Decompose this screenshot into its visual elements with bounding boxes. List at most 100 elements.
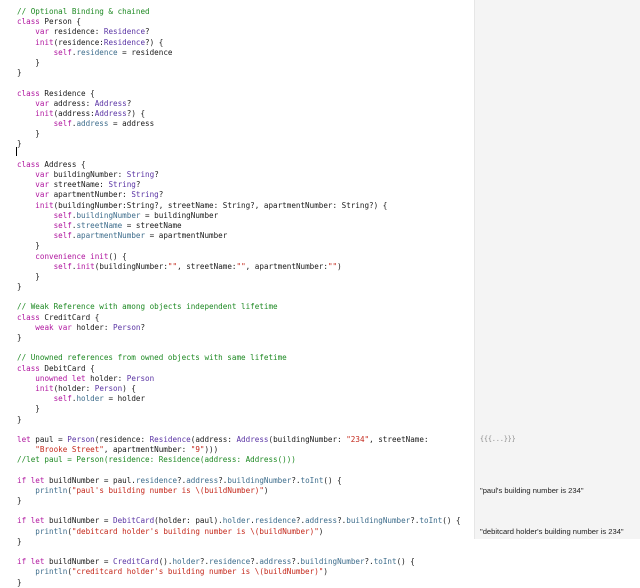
code-line[interactable]: } (17, 537, 461, 547)
code-token: var (35, 180, 50, 190)
code-line[interactable]: } (17, 58, 461, 68)
code-line[interactable]: class Residence { (17, 89, 461, 99)
code-line[interactable]: // Unowned references from owned objects… (17, 353, 461, 363)
code-line[interactable]: if let buildNumber = CreditCard().holder… (17, 557, 461, 567)
code-token: Person (94, 383, 123, 393)
code-line[interactable] (17, 547, 461, 557)
code-token: paul = (30, 434, 68, 444)
code-line[interactable]: //let paul = Person(residence: Residence… (17, 455, 461, 465)
code-editor[interactable]: // Optional Binding & chained class Perso… (0, 0, 475, 587)
code-token: toInt (373, 557, 397, 567)
code-line[interactable]: self.holder = holder (17, 394, 461, 404)
code-line[interactable]: println("debitcard holder's building num… (17, 527, 461, 537)
code-line[interactable]: let paul = Person(residence: Residence(a… (17, 435, 461, 445)
code-line[interactable]: init(address:Address?) { (17, 109, 461, 119)
code-token: (residence: (53, 37, 104, 47)
code-line[interactable]: self.address = address (17, 119, 461, 129)
code-line[interactable] (17, 292, 461, 302)
code-token: buildNumber = (44, 557, 114, 567)
code-line[interactable]: class Person { (17, 17, 461, 27)
code-line[interactable]: self.init(buildingNumber:"", streetName:… (17, 262, 461, 272)
code-token: streetName: (49, 180, 109, 190)
code-line[interactable]: } (17, 241, 461, 251)
code-line[interactable]: var buildingNumber: String? (17, 170, 461, 180)
code-token: if let (17, 475, 45, 485)
code-line[interactable]: init(holder: Person) { (17, 384, 461, 394)
code-token: String (108, 180, 136, 190)
code-line[interactable]: self.streetName = streetName (17, 221, 461, 231)
code-token: Address { (39, 159, 86, 169)
code-line[interactable]: var address: Address? (17, 99, 461, 109)
code-token: residence (76, 47, 118, 57)
code-line[interactable]: weak var holder: Person? (17, 323, 461, 333)
code-line[interactable]: } (17, 68, 461, 78)
code-line[interactable]: self.buildingNumber = buildingNumber (17, 211, 461, 221)
code-line[interactable]: } (17, 578, 461, 588)
code-line[interactable] (17, 343, 461, 353)
code-line[interactable]: } (17, 139, 461, 149)
code-line[interactable]: init(buildingNumber:String?, streetName:… (17, 201, 461, 211)
code-line[interactable]: println("creditcard holder's building nu… (17, 567, 461, 577)
code-token: } (17, 241, 40, 251)
code-token: ) { (122, 383, 136, 393)
code-token: streetName (76, 220, 123, 230)
code-line[interactable]: self.residence = residence (17, 48, 461, 58)
code-line[interactable] (17, 465, 461, 475)
code-token: } (17, 577, 22, 587)
playground-result[interactable]: {{{...}}} (480, 435, 516, 443)
playground-result[interactable]: "paul's building number is 234" (480, 486, 584, 495)
code-token: convenience init (35, 251, 109, 261)
code-token: ? (140, 322, 146, 332)
code-token: (holder: paul). (154, 516, 223, 526)
code-token: var (35, 27, 50, 37)
code-token: residence: (49, 27, 104, 37)
code-line[interactable] (17, 425, 461, 435)
code-line[interactable]: } (17, 496, 461, 506)
code-line[interactable]: } (17, 333, 461, 343)
code-line[interactable]: var apartmentNumber: String? (17, 190, 461, 200)
code-line[interactable]: } (17, 272, 461, 282)
code-line[interactable]: "Brooke Street", apartmentNumber: "9"))) (17, 445, 461, 455)
code-line[interactable]: self.apartmentNumber = apartmentNumber (17, 231, 461, 241)
source-code[interactable]: // Optional Binding & chained class Perso… (17, 7, 461, 588)
code-token: var (35, 98, 50, 108)
code-line[interactable]: var streetName: String? (17, 180, 461, 190)
playground-result[interactable]: "debitcard holder's building number is 2… (480, 527, 624, 536)
code-token: ?. (337, 516, 347, 526)
code-line[interactable] (17, 506, 461, 516)
code-line[interactable]: // Weak Reference with among objects ind… (17, 302, 461, 312)
code-line[interactable]: if let buildNumber = paul.residence?.add… (17, 476, 461, 486)
code-line[interactable]: class DebitCard { (17, 364, 461, 374)
code-token: (residence: (94, 434, 150, 444)
code-token: weak var (35, 322, 72, 332)
code-line[interactable] (17, 150, 461, 160)
code-token: self (53, 210, 72, 220)
code-line[interactable]: } (17, 129, 461, 139)
code-token: Residence (149, 434, 191, 444)
code-token: buildingNumber: (49, 170, 127, 179)
code-line[interactable]: var residence: Residence? (17, 27, 461, 37)
code-token: init (35, 37, 54, 47)
code-line[interactable]: init(residence:Residence?) { (17, 38, 461, 48)
code-line[interactable]: unowned let holder: Person (17, 374, 461, 384)
code-line[interactable]: } (17, 404, 461, 414)
code-token: ?) { (145, 37, 164, 47)
code-line[interactable]: class CreditCard { (17, 313, 461, 323)
code-token: ? (145, 27, 150, 37)
code-line[interactable]: convenience init() { (17, 252, 461, 262)
code-line[interactable]: if let buildNumber = DebitCard(holder: p… (17, 516, 461, 526)
code-token: "" (327, 261, 338, 271)
code-line[interactable]: } (17, 415, 461, 425)
code-token: ))) (204, 445, 219, 455)
code-token: } (17, 139, 22, 149)
code-line[interactable]: // Optional Binding & chained (17, 7, 461, 17)
code-token: address: (49, 98, 95, 108)
code-line[interactable]: class Address { (17, 160, 461, 170)
code-line[interactable] (17, 78, 461, 88)
code-line[interactable]: println("paul's building number is \(bui… (17, 486, 461, 496)
code-line[interactable]: } (17, 282, 461, 292)
